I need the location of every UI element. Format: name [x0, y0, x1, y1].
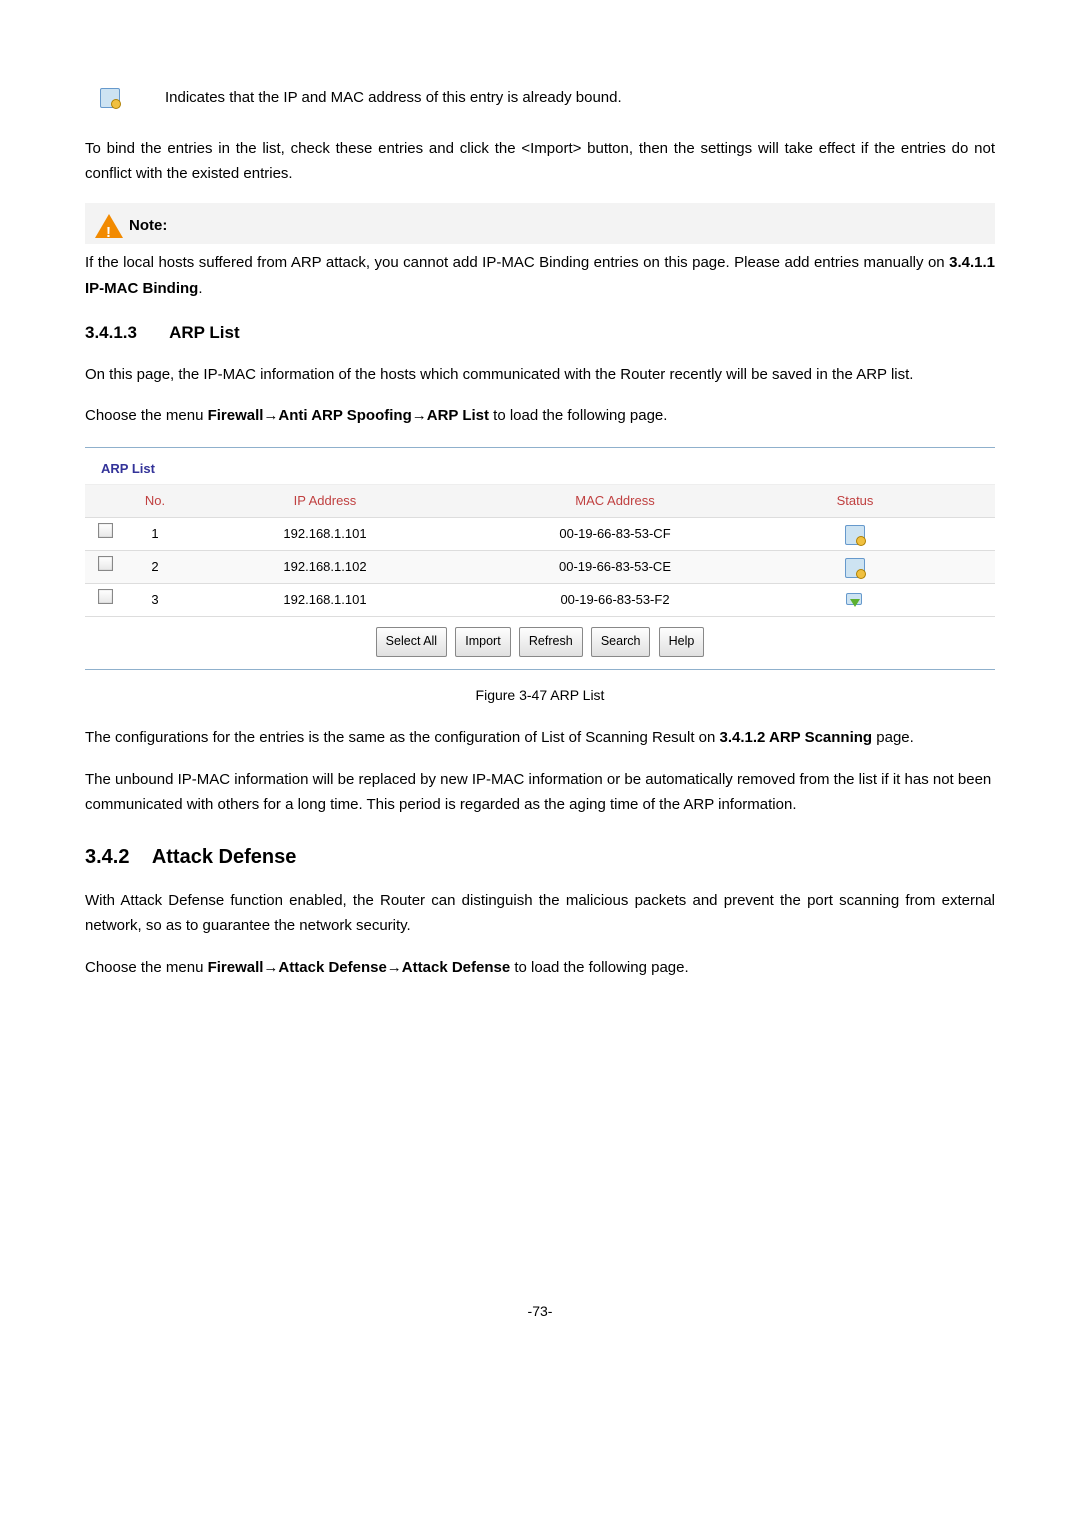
- page-number: -73-: [85, 1300, 995, 1324]
- row-mac: 00-19-66-83-53-CE: [465, 551, 765, 583]
- attack-defense-heading: 3.4.2 Attack Defense: [85, 840, 995, 874]
- row-status: [765, 584, 945, 616]
- note-body: If the local hosts suffered from ARP att…: [85, 250, 995, 301]
- row-status: [765, 551, 945, 583]
- import-instructions: To bind the entries in the list, check t…: [85, 136, 995, 187]
- arp-table-header: No. IP Address MAC Address Status: [85, 484, 995, 518]
- table-row: 2192.168.1.10200-19-66-83-53-CE: [85, 551, 995, 584]
- bound-status-icon: [100, 88, 120, 108]
- note-box: Note:: [85, 203, 995, 245]
- help-button[interactable]: Help: [659, 627, 705, 656]
- warning-icon: [95, 214, 123, 238]
- table-row: 1192.168.1.10100-19-66-83-53-CF: [85, 518, 995, 551]
- table-row: 3192.168.1.10100-19-66-83-53-F2: [85, 584, 995, 617]
- row-no: 2: [125, 551, 185, 583]
- row-checkbox[interactable]: [98, 589, 113, 604]
- arp-list-heading: 3.4.1.3 ARP List: [85, 319, 995, 348]
- search-button[interactable]: Search: [591, 627, 651, 656]
- arp-figure-title: ARP List: [85, 454, 995, 484]
- arp-list-intro: On this page, the IP-MAC information of …: [85, 362, 995, 388]
- import-button[interactable]: Import: [455, 627, 510, 656]
- select-all-button[interactable]: Select All: [376, 627, 447, 656]
- row-status: [765, 518, 945, 550]
- attack-defense-menu: Choose the menu Firewall→Attack Defense→…: [85, 955, 995, 981]
- unbound-info-para: The unbound IP-MAC information will be r…: [85, 767, 995, 818]
- row-mac: 00-19-66-83-53-F2: [465, 584, 765, 616]
- bound-status-icon: [845, 558, 865, 578]
- config-same-note: The configurations for the entries is th…: [85, 725, 995, 751]
- row-checkbox[interactable]: [98, 523, 113, 538]
- bound-status-icon: [845, 525, 865, 545]
- row-mac: 00-19-66-83-53-CF: [465, 518, 765, 550]
- note-label: Note:: [129, 213, 167, 239]
- refresh-button[interactable]: Refresh: [519, 627, 583, 656]
- row-no: 1: [125, 518, 185, 550]
- row-ip: 192.168.1.101: [185, 584, 465, 616]
- row-no: 3: [125, 584, 185, 616]
- arp-menu-path: Choose the menu Firewall→Anti ARP Spoofi…: [85, 403, 995, 429]
- bound-description-text: Indicates that the IP and MAC address of…: [165, 85, 622, 111]
- attack-defense-intro: With Attack Defense function enabled, th…: [85, 888, 995, 939]
- row-ip: 192.168.1.101: [185, 518, 465, 550]
- arp-button-row: Select All Import Refresh Search Help: [85, 617, 995, 656]
- figure-caption: Figure 3-47 ARP List: [85, 684, 995, 708]
- arp-list-figure: ARP List No. IP Address MAC Address Stat…: [85, 447, 995, 670]
- row-ip: 192.168.1.102: [185, 551, 465, 583]
- row-checkbox[interactable]: [98, 556, 113, 571]
- download-status-icon: [846, 593, 864, 609]
